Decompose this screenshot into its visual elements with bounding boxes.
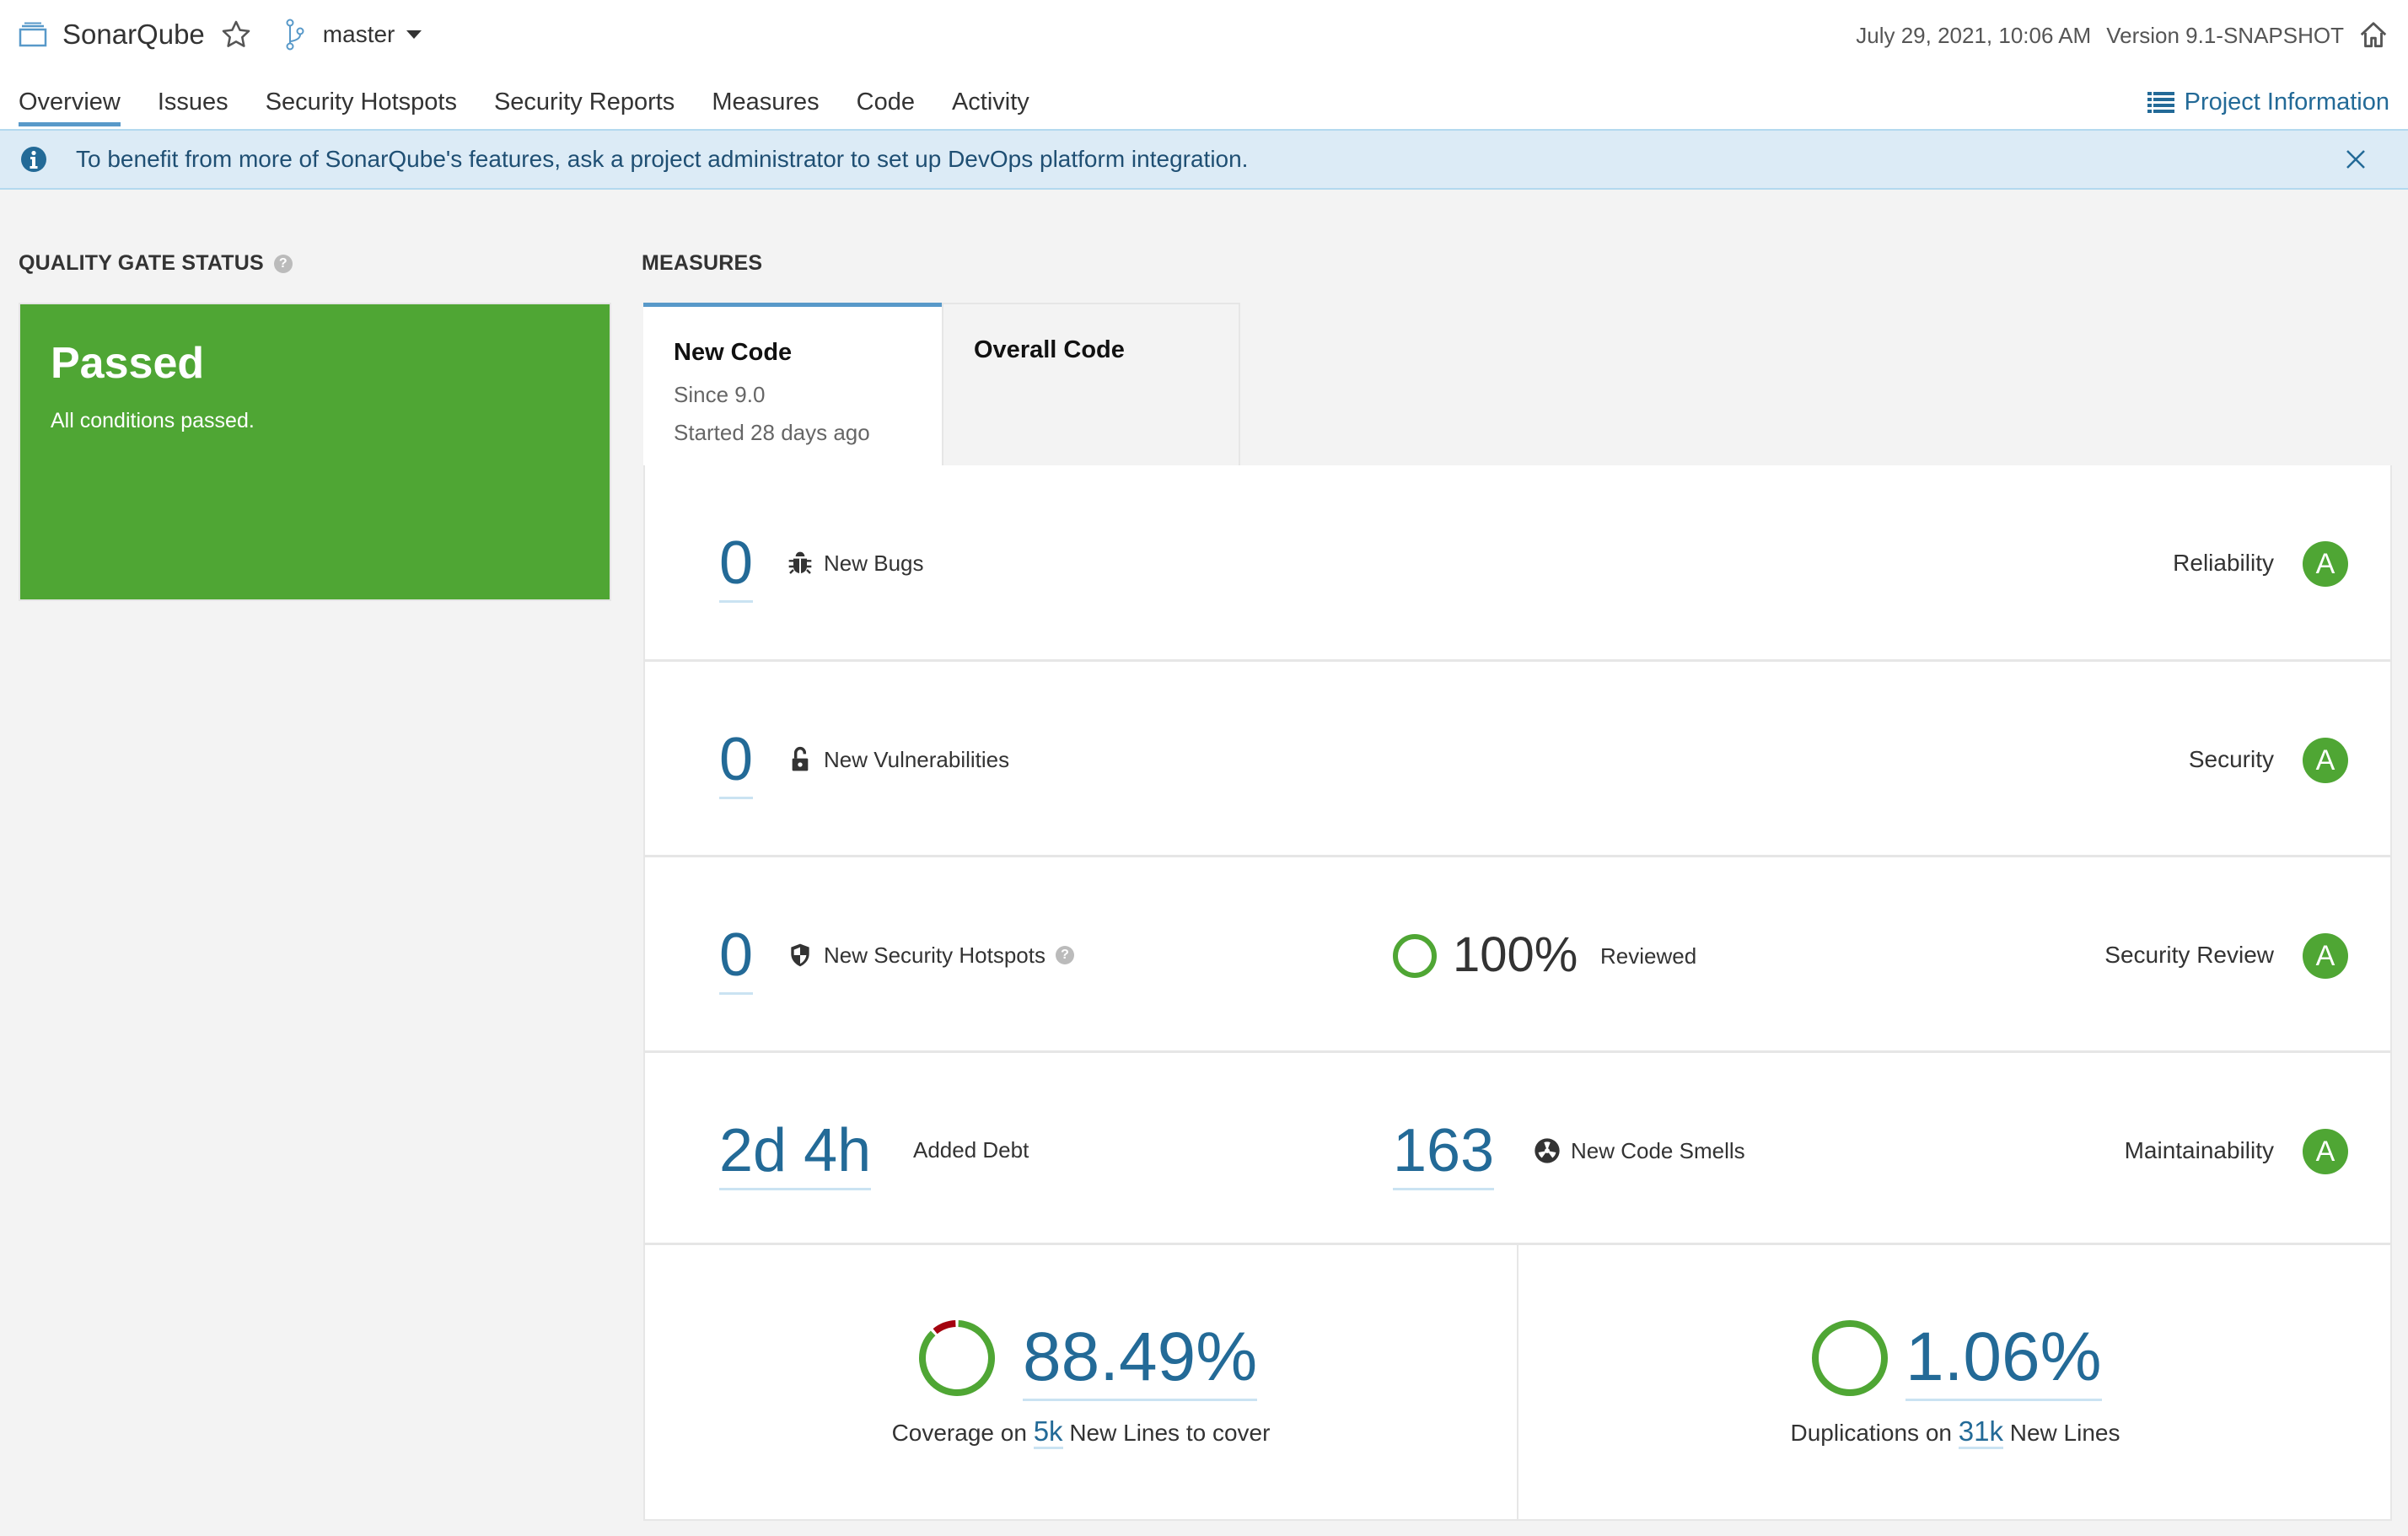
info-icon: [21, 147, 46, 172]
home-icon[interactable]: [2357, 19, 2389, 51]
hotspots-row: 0 New Security Hotspots ? 100% Reviewed …: [645, 857, 2392, 1053]
coverage-prefix: Coverage on: [891, 1420, 1027, 1446]
security-review-label: Security Review: [2104, 942, 2274, 968]
code-smell-icon: [1535, 1138, 1560, 1163]
header-meta: July 29, 2021, 10:06 AM Version 9.1-SNAP…: [1856, 17, 2389, 54]
branch-selector[interactable]: master: [323, 21, 395, 48]
maintainability-row: 2d 4h Added Debt 163 New Code Smells Mai…: [645, 1053, 2392, 1245]
project-information-link[interactable]: Project Information: [2147, 83, 2389, 121]
tab-issues[interactable]: Issues: [158, 83, 228, 126]
tab-code[interactable]: Code: [857, 83, 915, 126]
new-code-since: Since 9.0: [674, 382, 766, 407]
new-vulnerabilities-label: New Vulnerabilities: [787, 746, 1009, 773]
quality-gate-title-text: QUALITY GATE STATUS: [19, 251, 264, 275]
duplications-suffix: New Lines: [2009, 1420, 2120, 1446]
favorite-star-icon[interactable]: [220, 19, 252, 51]
measures-title: MEASURES: [642, 251, 762, 276]
top-bar: SonarQube master July 29, 2021, 10:06 AM…: [0, 0, 2408, 129]
overall-code-title: Overall Code: [974, 336, 1125, 363]
new-bugs-label-text: New Bugs: [824, 550, 924, 576]
coverage-panel: 88.49% Coverage on 5k New Lines to cover: [645, 1245, 1518, 1519]
tab-activity[interactable]: Activity: [952, 83, 1029, 126]
quality-gate-status-box: Passed All conditions passed.: [19, 303, 611, 601]
duplications-panel: 1.06% Duplications on 31k New Lines: [1518, 1245, 2392, 1519]
duplications-prefix: Duplications on: [1790, 1420, 1952, 1446]
project-icon: [19, 22, 47, 47]
reviewed-full-arc: [1393, 934, 1437, 978]
quality-gate-message: All conditions passed.: [51, 409, 255, 432]
new-code-smells-label-text: New Code Smells: [1571, 1137, 1745, 1163]
security-label: Security: [2188, 746, 2274, 772]
reliability-label: Reliability: [2173, 550, 2274, 576]
quality-gate-status: Passed: [51, 339, 205, 388]
close-icon[interactable]: [2344, 148, 2368, 171]
new-code-title: New Code: [674, 339, 793, 366]
new-code-started: Started 28 days ago: [674, 420, 870, 445]
reviewed-percent: 100%: [1453, 927, 1578, 982]
reviewed-label: Reviewed: [1600, 943, 1697, 969]
reviewed-donut-chart: [1393, 934, 1437, 978]
tab-measures[interactable]: Measures: [712, 83, 819, 126]
tab-new-code[interactable]: New Code Since 9.0 Started 28 days ago: [643, 303, 942, 466]
version-label: Version 9.1-SNAPSHOT: [2106, 22, 2344, 48]
shield-icon: [791, 943, 809, 967]
coverage-donut-chart: [919, 1320, 995, 1396]
duplications-full-arc: [1812, 1320, 1888, 1396]
banner-message: To benefit from more of SonarQube's feat…: [76, 146, 1249, 172]
new-bugs-value[interactable]: 0: [719, 533, 754, 603]
branch-icon: [286, 19, 304, 51]
tab-security-hotspots[interactable]: Security Hotspots: [266, 83, 457, 126]
maintainability-rating[interactable]: A: [2303, 1129, 2348, 1174]
coverage-good-arc: [919, 1320, 995, 1396]
security-review-rating[interactable]: A: [2303, 933, 2348, 979]
duplications-lines-link[interactable]: 31k: [1958, 1415, 2003, 1449]
project-header: SonarQube master: [19, 13, 422, 56]
coverage-suffix: New Lines to cover: [1069, 1420, 1271, 1446]
reliability-rating[interactable]: A: [2303, 541, 2348, 587]
quality-gate-title: QUALITY GATE STATUS ?: [19, 251, 293, 276]
coverage-caption: Coverage on 5k New Lines to cover: [645, 1415, 1517, 1449]
duplications-donut-chart: [1812, 1320, 1888, 1396]
new-hotspots-label: New Security Hotspots ?: [787, 942, 1074, 969]
help-icon[interactable]: ?: [1055, 946, 1074, 964]
coverage-duplications-section: 88.49% Coverage on 5k New Lines to cover…: [645, 1245, 2392, 1519]
devops-integration-banner: To benefit from more of SonarQube's feat…: [0, 129, 2408, 190]
new-bugs-label: New Bugs: [787, 550, 924, 577]
new-code-smells-value[interactable]: 163: [1393, 1120, 1495, 1190]
tab-overall-code[interactable]: Overall Code: [942, 303, 1240, 466]
unlock-icon: [792, 747, 809, 771]
coverage-value[interactable]: 88.49%: [1023, 1323, 1258, 1401]
chevron-down-icon[interactable]: [406, 30, 422, 39]
security-rating[interactable]: A: [2303, 738, 2348, 783]
analysis-date: July 29, 2021, 10:06 AM: [1856, 22, 2092, 48]
duplications-caption: Duplications on 31k New Lines: [1518, 1415, 2392, 1449]
tab-security-reports[interactable]: Security Reports: [494, 83, 675, 126]
measures-title-text: MEASURES: [642, 251, 763, 275]
added-debt-label: Added Debt: [913, 1137, 1029, 1163]
coverage-lines-link[interactable]: 5k: [1033, 1415, 1063, 1449]
project-name[interactable]: SonarQube: [62, 19, 205, 51]
project-nav: Overview Issues Security Hotspots Securi…: [19, 83, 1067, 126]
duplications-value[interactable]: 1.06%: [1905, 1323, 2102, 1401]
new-hotspots-label-text: New Security Hotspots: [824, 942, 1045, 968]
new-code-smells-label: New Code Smells: [1534, 1137, 1745, 1164]
maintainability-label: Maintainability: [2124, 1137, 2274, 1163]
vulnerabilities-row: 0 New Vulnerabilities Security A: [645, 662, 2392, 857]
new-hotspots-value[interactable]: 0: [719, 925, 754, 995]
new-vulnerabilities-value[interactable]: 0: [719, 729, 754, 799]
tab-overview[interactable]: Overview: [19, 83, 121, 126]
bugs-row: 0 New Bugs Reliability A: [645, 465, 2392, 662]
help-icon[interactable]: ?: [273, 254, 293, 273]
list-icon: [2147, 92, 2174, 113]
added-debt-value[interactable]: 2d 4h: [719, 1120, 872, 1190]
project-information-label: Project Information: [2184, 88, 2389, 115]
new-vulnerabilities-label-text: New Vulnerabilities: [824, 746, 1010, 772]
coverage-bad-arc: [933, 1320, 956, 1335]
measures-card: 0 New Bugs Reliability A 0 New Vulnerabi…: [643, 465, 2392, 1521]
bug-icon: [788, 551, 812, 574]
